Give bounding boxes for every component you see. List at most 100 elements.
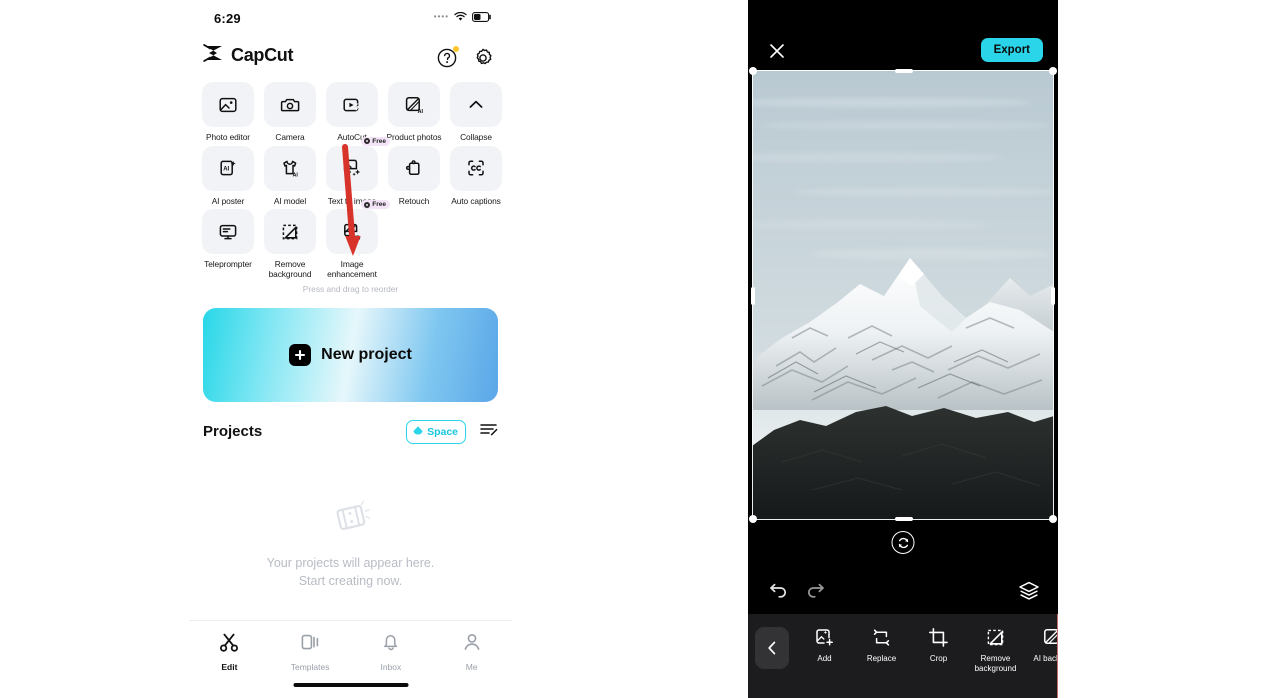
tool-label: Teleprompter — [204, 259, 252, 270]
tool-retouch[interactable]: Retouch — [383, 145, 445, 207]
grid-spacer — [383, 209, 445, 279]
toolbar-label: Replace — [866, 654, 897, 663]
tool-label: Remove background — [268, 259, 312, 279]
tool-label: AI model — [273, 195, 307, 206]
toolbar-label: Remove background — [974, 654, 1017, 673]
product-photos-ai-icon: AI — [405, 96, 423, 115]
toolbar-back-button[interactable] — [755, 627, 789, 669]
toolbar-item-ai-background[interactable]: AI AI backgro — [1024, 627, 1058, 673]
space-button[interactable]: Space — [406, 419, 466, 444]
tool-label: AI poster — [211, 195, 245, 206]
toolbar-label: Crop — [929, 654, 948, 663]
tool-camera[interactable]: Camera — [259, 82, 321, 143]
new-project-button[interactable]: New project — [203, 307, 498, 402]
tool-tile: Free — [326, 136, 390, 191]
layers-icon[interactable] — [1017, 579, 1041, 608]
tool-label: Collapse — [460, 132, 492, 142]
tool-auto-captions[interactable]: Auto captions — [445, 145, 507, 207]
tool-teleprompter[interactable]: Teleprompter — [197, 209, 259, 279]
header-actions — [436, 46, 494, 69]
templates-icon — [299, 631, 321, 658]
tool-ai-poster[interactable]: AI AI poster — [197, 145, 259, 207]
gear-icon[interactable] — [472, 47, 494, 69]
tool-tile — [388, 145, 440, 191]
tool-image-enhancement[interactable]: Free HD Image enhancement — [321, 200, 390, 279]
rotate-reset-icon — [898, 537, 908, 548]
photo-editor-icon — [219, 97, 237, 112]
projects-header: Projects Space — [203, 419, 498, 444]
help-circle-icon[interactable] — [436, 46, 459, 69]
tool-tile: AI — [202, 145, 254, 191]
svg-text:HD: HD — [352, 235, 361, 242]
image-enhancement-hd-icon: HD — [344, 223, 361, 242]
tool-product-photos[interactable]: AI Product photos — [383, 82, 445, 143]
tool-label: Camera — [275, 132, 305, 142]
svg-text:AI: AI — [223, 167, 229, 173]
chevron-up-icon — [469, 100, 483, 108]
brand: CapCut — [203, 44, 294, 67]
tab-label: Me — [465, 662, 478, 672]
tool-tile: AI — [264, 145, 316, 191]
brand-name: CapCut — [231, 45, 294, 65]
sort-list-icon[interactable] — [480, 422, 498, 441]
retouch-icon — [406, 160, 420, 176]
empty-line-1: Your projects will appear here. — [266, 555, 435, 570]
film-strip-icon — [331, 499, 371, 542]
rotate-reset-button[interactable] — [891, 531, 915, 554]
redo-icon[interactable] — [805, 580, 827, 607]
tool-tile — [202, 209, 254, 255]
tool-label: Photo editor — [206, 132, 250, 142]
tool-tile: AI — [388, 82, 440, 127]
projects-actions: Space — [406, 419, 498, 444]
tool-tile — [326, 82, 378, 127]
free-badge: Free — [361, 136, 390, 146]
scissors-icon — [218, 631, 240, 658]
toolbar-label: Add — [817, 654, 832, 663]
tab-me[interactable]: Me — [431, 631, 512, 672]
history-bar — [748, 570, 1058, 614]
space-label: Space — [427, 425, 458, 438]
home-indicator — [293, 682, 408, 687]
auto-captions-icon — [468, 160, 484, 176]
grid-spacer — [445, 209, 507, 279]
plus-icon — [289, 343, 312, 366]
svg-text:AI: AI — [293, 173, 299, 179]
export-button[interactable]: Export — [980, 38, 1043, 62]
toolbar-item-remove-background[interactable]: Remove background — [967, 627, 1024, 673]
close-x-icon[interactable] — [768, 42, 786, 60]
tab-label: Inbox — [380, 662, 402, 672]
toolbar-item-replace[interactable]: Replace — [853, 627, 910, 673]
tool-photo-editor[interactable]: Photo editor — [197, 82, 259, 143]
tool-tile — [202, 82, 254, 127]
editor-top-bar: Export — [748, 0, 1058, 70]
editor-canvas[interactable] — [748, 67, 1058, 523]
free-badge: Free — [361, 200, 390, 210]
tab-templates[interactable]: Templates — [270, 631, 351, 672]
empty-state-text: Your projects will appear here. Start cr… — [267, 554, 435, 590]
text-to-image-icon — [343, 159, 361, 177]
tool-tile — [450, 145, 502, 191]
tab-inbox[interactable]: Inbox — [351, 631, 432, 672]
tool-text-to-image[interactable]: Free Text to image — [321, 136, 390, 207]
tool-remove-background[interactable]: Remove background — [259, 209, 321, 279]
tab-edit[interactable]: Edit — [189, 631, 270, 672]
tool-ai-model[interactable]: AI AI model — [259, 145, 321, 207]
person-icon — [461, 631, 483, 658]
undo-icon[interactable] — [767, 580, 789, 607]
ai-poster-icon: AI — [220, 160, 236, 176]
tool-collapse[interactable]: Collapse — [445, 82, 507, 143]
replace-swap-icon — [873, 629, 890, 646]
coin-icon — [364, 201, 371, 208]
projects-title: Projects — [203, 423, 263, 441]
toolbar-item-add[interactable]: Add — [796, 627, 853, 673]
status-time: 6:29 — [214, 11, 241, 26]
toolbar-item-crop[interactable]: Crop — [910, 627, 967, 673]
remove-background-icon — [282, 224, 298, 240]
tool-label: Auto captions — [451, 195, 501, 206]
free-badge-label: Free — [372, 201, 386, 209]
toolbar-items: Add Replace Crop Remove background AI AI — [796, 627, 1058, 673]
tool-tile — [264, 82, 316, 127]
bottom-tab-bar: Edit Templates Inbox Me — [189, 620, 512, 698]
tool-autocut[interactable]: AutoCut — [321, 82, 383, 143]
bell-icon — [380, 631, 402, 658]
